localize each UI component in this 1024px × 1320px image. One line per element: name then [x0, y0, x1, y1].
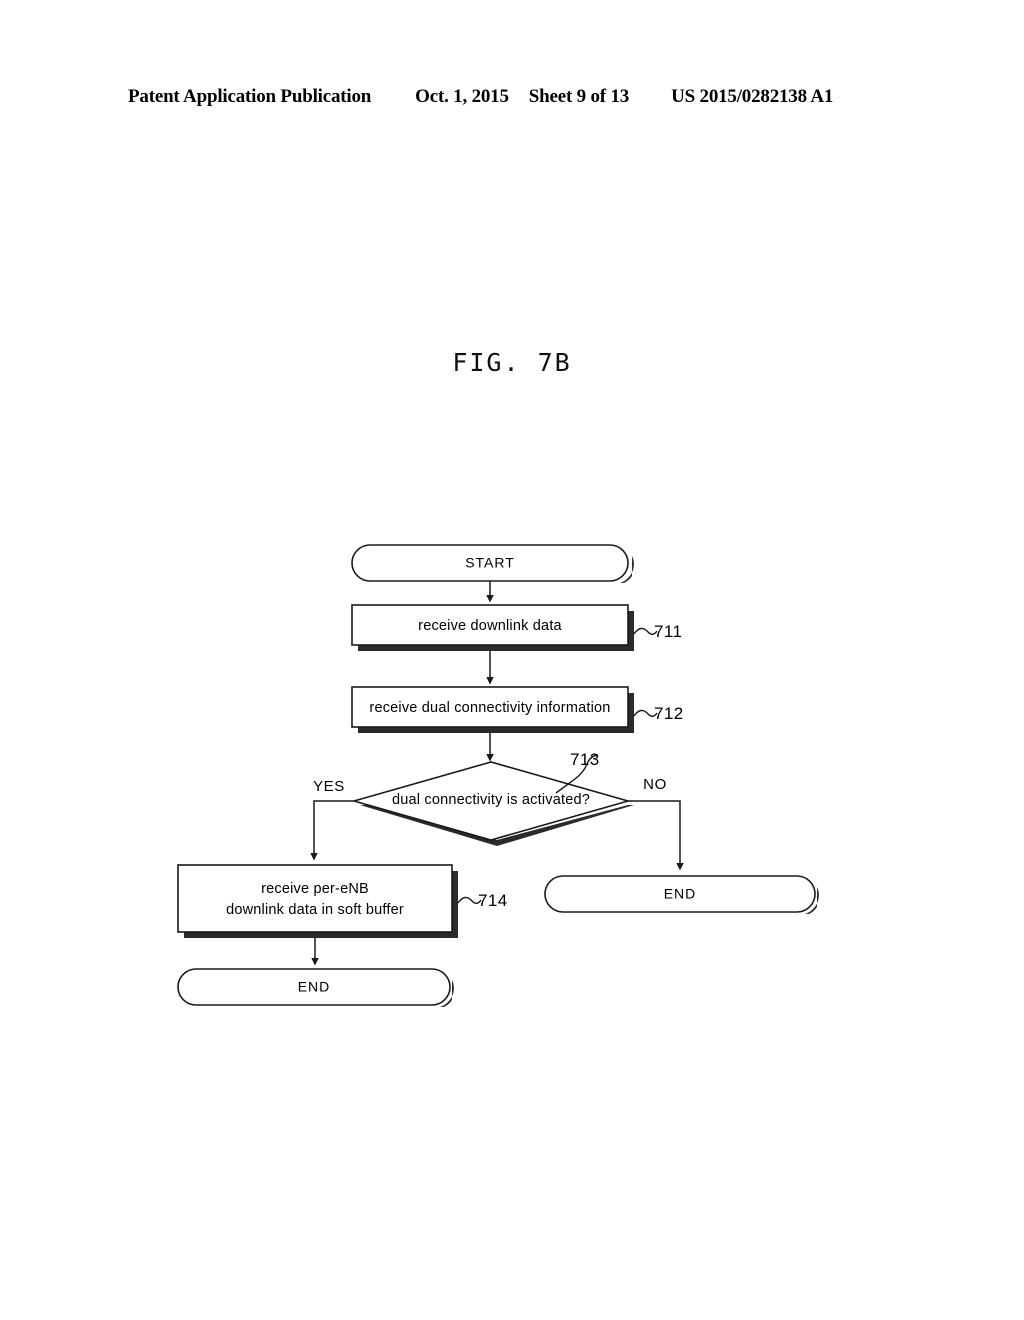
step-711-label: receive downlink data	[418, 618, 562, 634]
step-714-shape	[177, 864, 453, 933]
node-decision-713: dual connectivity is activated?	[351, 761, 634, 846]
step-714-label-line1: receive per-eNB	[261, 881, 369, 897]
end-yes-label: END	[298, 979, 331, 995]
node-end-no: END	[544, 875, 819, 914]
ref-number-713: 713	[570, 750, 600, 769]
end-no-label: END	[664, 886, 697, 902]
step-714-label-line2: downlink data in soft buffer	[226, 902, 404, 918]
ref-number-714: 714	[478, 891, 508, 910]
step-712-label: receive dual connectivity information	[369, 700, 610, 716]
node-start: START	[351, 544, 634, 583]
branch-label-no: NO	[643, 776, 667, 793]
node-step-712: receive dual connectivity information	[351, 686, 634, 733]
start-label: START	[465, 555, 515, 571]
node-step-714: receive per-eNB downlink data in soft bu…	[177, 864, 458, 938]
ref-number-712: 712	[654, 704, 684, 723]
branch-label-yes: YES	[313, 778, 345, 795]
node-step-711: receive downlink data	[351, 604, 634, 651]
flowchart-diagram: START receive downlink data 711 receive …	[0, 0, 1024, 1320]
ref-number-711: 711	[654, 622, 682, 641]
connector-yes-to-714	[310, 800, 354, 861]
connector-no-to-end	[628, 800, 684, 871]
node-end-yes: END	[177, 968, 454, 1007]
decision-713-label: dual connectivity is activated?	[392, 792, 590, 808]
